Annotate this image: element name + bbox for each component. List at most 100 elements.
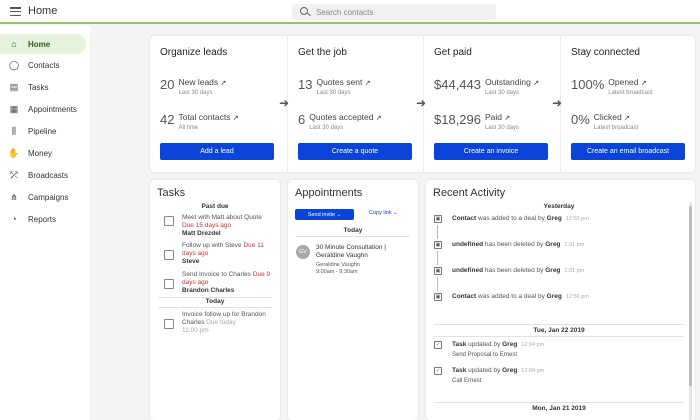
metric-value: 6 <box>298 112 306 127</box>
metric-paid[interactable]: $18,296 Paid ↗ Last 30 days <box>434 112 519 132</box>
activity-time: 1:31 pm <box>564 268 585 274</box>
metric-total-contacts[interactable]: 42 Total contacts ↗ All time <box>160 112 239 132</box>
send-invite-label: Send invite <box>307 211 336 218</box>
stat-title: Get the job <box>298 47 347 58</box>
date-label: Tue, Jan 22 2019 <box>533 327 585 334</box>
activity-user[interactable]: Greg <box>547 215 562 222</box>
task-owner[interactable]: Brandon Charles <box>182 287 234 294</box>
arrow-right-icon: ➜ <box>279 96 290 110</box>
sidebar-item-money[interactable]: ✋ Money <box>0 143 86 163</box>
sidebar: ⌂ Home ◯ Contacts ▤ Tasks ▦ Appointments… <box>0 26 90 420</box>
timeline-line <box>437 277 438 291</box>
activity-time: 1:31 pm <box>564 242 585 248</box>
task-text: Meet with Matt about Quote <box>182 214 262 221</box>
task-owner[interactable]: Matt Drezdel <box>182 230 221 237</box>
clipboard-icon: ▤ <box>9 81 19 92</box>
activity-scrollbar[interactable] <box>689 202 692 420</box>
activity-subject[interactable]: Contact <box>452 215 476 222</box>
search-input[interactable] <box>316 4 492 20</box>
activity-user[interactable]: Greg <box>547 293 562 300</box>
task-due: Due today <box>206 319 236 326</box>
search-box[interactable] <box>292 4 496 20</box>
metric-label: Paid <box>485 112 503 122</box>
activity-subject[interactable]: Task <box>452 367 466 374</box>
sidebar-item-label: Money <box>28 148 53 158</box>
activity-user[interactable]: Greg <box>502 341 517 348</box>
sidebar-item-label: Broadcasts <box>28 170 69 180</box>
activity-text: was added to a deal by <box>476 215 547 222</box>
metric-sub: All time <box>178 125 199 131</box>
metric-label: New leads <box>178 77 219 87</box>
metric-value: 42 <box>160 112 175 127</box>
sidebar-item-contacts[interactable]: ◯ Contacts <box>0 55 86 75</box>
avatar: GV <box>296 245 310 259</box>
activity-subject[interactable]: Task <box>452 341 466 348</box>
sidebar-item-campaigns[interactable]: ⋔ Campaigns <box>0 187 86 207</box>
home-icon: ⌂ <box>11 39 17 49</box>
divider <box>434 402 684 403</box>
metric-value: $44,443 <box>434 77 481 92</box>
recent-activity-panel: Recent Activity Yesterday ▣ Contact was … <box>426 180 695 420</box>
hamburger-menu-icon[interactable] <box>10 7 21 16</box>
appointments-title: Appointments <box>295 187 363 199</box>
task-checkbox[interactable] <box>164 319 174 329</box>
activity-user[interactable]: Greg <box>502 367 517 374</box>
activity-detail: Call Ernest <box>452 378 482 384</box>
task-text: Send Invoice to Charles <box>182 271 252 278</box>
activity-subject[interactable]: undefined <box>452 241 483 248</box>
chevron-down-icon: ⌄ <box>393 210 398 216</box>
sidebar-item-tasks[interactable]: ▤ Tasks <box>0 77 86 97</box>
metric-opened[interactable]: 100% Opened ↗ Latest broadcast <box>571 77 653 97</box>
add-lead-button[interactable]: Add a lead <box>160 143 274 160</box>
arrow-up-right-icon: ↗ <box>504 115 511 122</box>
arrow-up-right-icon: ↗ <box>220 80 227 87</box>
appointment-contact: Geraldine Vaughn <box>316 262 360 268</box>
create-quote-button[interactable]: Create a quote <box>298 143 412 160</box>
metric-quotes-accepted[interactable]: 6 Quotes accepted ↗ Last 30 days <box>298 112 382 132</box>
activity-time: 12:04 pm <box>521 342 545 348</box>
person-icon: ◯ <box>8 59 20 70</box>
metric-clicked[interactable]: 0% Clicked ↗ Latest broadcast <box>571 112 638 132</box>
metric-label: Quotes sent <box>316 77 363 87</box>
sidebar-item-pipeline[interactable]: ⫼ Pipeline <box>0 121 86 141</box>
stat-column-organize-leads: Organize leads 20 New leads ↗ Last 30 da… <box>150 36 286 172</box>
sidebar-item-label: Campaigns <box>28 192 69 202</box>
sidebar-item-home[interactable]: ⌂ Home <box>0 34 86 54</box>
arrow-up-right-icon: ↗ <box>533 80 540 87</box>
metric-value: 100% <box>571 77 605 92</box>
activity-subject[interactable]: undefined <box>452 267 483 274</box>
scrollbar-thumb[interactable] <box>689 206 692 386</box>
task-checkbox[interactable] <box>164 250 174 260</box>
arrow-up-right-icon: ↗ <box>375 115 382 122</box>
sidebar-item-appointments[interactable]: ▦ Appointments <box>0 99 86 119</box>
task-checkbox[interactable] <box>164 279 174 289</box>
appointment-title[interactable]: 30 Minute Consultation | Geraldine Vaugh… <box>316 244 406 260</box>
metric-sub: Last 30 days <box>485 125 520 131</box>
metric-quotes-sent[interactable]: 13 Quotes sent ↗ Last 30 days <box>298 77 371 97</box>
metric-sub: Latest broadcast <box>608 90 653 96</box>
divider <box>158 307 272 308</box>
activity-user[interactable]: Greg <box>545 267 560 274</box>
metric-outstanding[interactable]: $44,443 Outstanding ↗ Last 30 days <box>434 77 539 97</box>
sidebar-item-broadcasts[interactable]: ⤱ Broadcasts <box>0 165 86 185</box>
create-email-broadcast-button[interactable]: Create an email broadcast <box>571 143 685 160</box>
stats-card: Organize leads 20 New leads ↗ Last 30 da… <box>150 36 695 172</box>
activity-subject[interactable]: Contact <box>452 293 476 300</box>
send-invite-button[interactable]: Send invite ⌄ <box>295 209 354 220</box>
divider <box>434 324 684 325</box>
task-owner[interactable]: Steve <box>182 258 199 265</box>
metric-label: Quotes accepted <box>309 112 374 122</box>
arrow-up-right-icon: ↗ <box>232 115 239 122</box>
chevron-down-icon: ⌄ <box>336 211 342 218</box>
task-checkbox[interactable] <box>164 216 174 226</box>
metric-new-leads[interactable]: 20 New leads ↗ Last 30 days <box>160 77 226 97</box>
date-label: Yesterday <box>543 203 575 210</box>
sidebar-item-reports[interactable]: ◔ Reports <box>0 209 86 229</box>
sidebar-item-label: Tasks <box>28 82 49 92</box>
activity-text: updated by <box>466 367 503 374</box>
copy-link-button[interactable]: Copy link ⌄ <box>369 210 398 216</box>
create-invoice-button[interactable]: Create an invoice <box>434 143 548 160</box>
activity-user[interactable]: Greg <box>545 241 560 248</box>
appointments-panel: Appointments Send invite ⌄ Copy link ⌄ T… <box>288 180 418 420</box>
arrow-right-icon: ➜ <box>552 96 563 110</box>
